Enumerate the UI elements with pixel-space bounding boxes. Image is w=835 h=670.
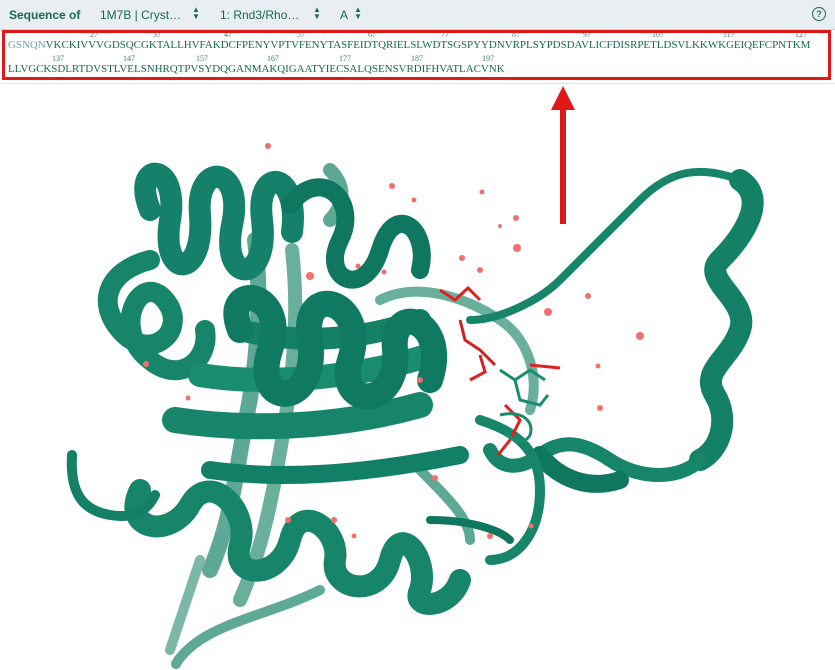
residue-number: 37 [153,30,161,39]
residue-number: 147 [123,54,135,63]
residue-number: 47 [224,30,232,39]
residue-number: 57 [297,30,305,39]
structure-select-arrows-icon: ▲ ▼ [192,5,200,21]
entity-select[interactable]: 1: Rnd3/Rho… ▲ ▼ [220,6,321,23]
residue-number: 77 [441,30,449,39]
protein-cartoon [66,162,764,669]
residue-number: 97 [583,30,591,39]
chain-select-label: A [340,8,349,22]
molecule-3d-viewer[interactable] [0,84,835,670]
chain-select-arrows-icon: ▲ ▼ [354,5,362,21]
sequence-unmodeled-residues[interactable]: GSNQN [8,39,46,51]
residue-number: 87 [512,30,520,39]
residue-number: 177 [339,54,351,63]
help-icon[interactable]: ? [812,7,826,21]
entity-select-label: 1: Rnd3/Rho… [220,8,300,22]
chain-select[interactable]: A ▲ ▼ [340,6,362,23]
sequence-title: Sequence of [9,8,81,22]
residue-number: 117 [723,30,735,39]
sequence-residues-line-1[interactable]: VKCKIVVVGDSQCGKTALLHVFAKDCFPENYVPTVFENYT… [46,39,811,51]
residue-number: 107 [652,30,664,39]
sequence-panel: 27 37 47 57 67 77 87 97 107 117 127 GSNQNVKCKIVVVG… [0,30,835,84]
residue-number: 27 [90,30,98,39]
residue-number: 157 [196,54,208,63]
app-page: Sequence of 1M7B | Cryst… ▲ ▼ 1: Rnd3/Rho… [0,0,835,670]
residue-number: 167 [267,54,279,63]
sequence-line-2[interactable]: LLVGCKSDLRTDVSTLVELSNHRQTPVSYDQGANMAKQIG… [8,63,505,75]
sequence-residues-line-2[interactable]: LLVGCKSDLRTDVSTLVELSNHRQTPVSYDQGANMAKQIG… [8,63,505,75]
structure-select-label: 1M7B | Cryst… [100,8,182,22]
residue-number: 127 [795,30,807,39]
structure-select[interactable]: 1M7B | Cryst… ▲ ▼ [100,6,200,23]
residue-number: 137 [52,54,64,63]
sequence-toolbar: Sequence of 1M7B | Cryst… ▲ ▼ 1: Rnd3/Rho… [0,0,835,30]
residue-number: 67 [368,30,376,39]
residue-number: 187 [411,54,423,63]
entity-select-arrows-icon: ▲ ▼ [313,5,321,21]
sequence-line-1[interactable]: GSNQNVKCKIVVVGDSQCGKTALLHVFAKDCFPENYVPTV… [8,39,810,51]
residue-number: 197 [482,54,494,63]
